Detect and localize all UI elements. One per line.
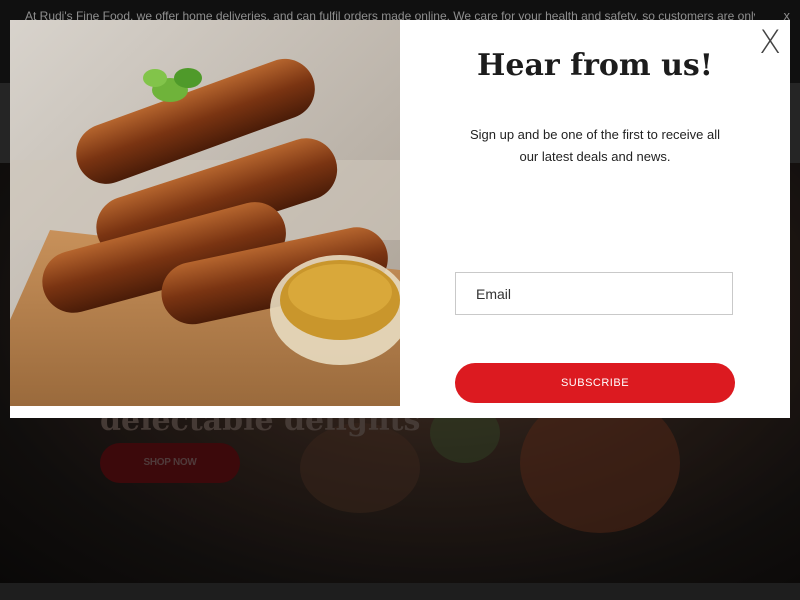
modal-title: Hear from us!	[477, 48, 713, 83]
sausage-illustration	[10, 20, 400, 406]
subscribe-button[interactable]: SUBSCRIBE	[455, 363, 735, 403]
email-field[interactable]	[455, 272, 733, 315]
newsletter-modal: X Hear from us! Sign up and be one of th…	[10, 20, 790, 418]
modal-content: X Hear from us! Sign up and be one of th…	[400, 20, 790, 418]
sausage-image	[10, 20, 400, 406]
modal-description: Sign up and be one of the first to recei…	[469, 127, 721, 164]
